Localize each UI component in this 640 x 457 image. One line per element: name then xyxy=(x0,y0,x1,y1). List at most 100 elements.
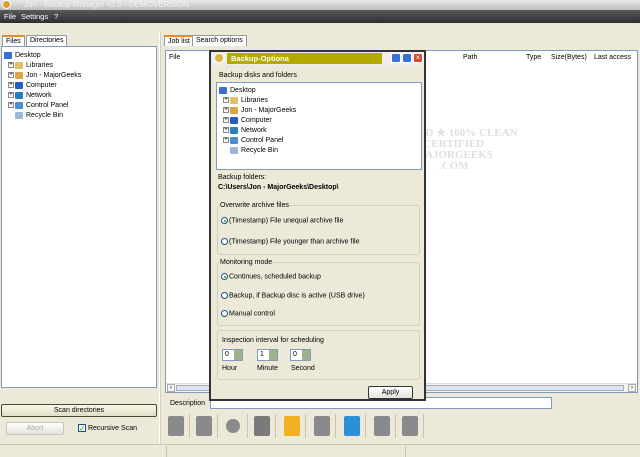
menu-bar: File Settings ? xyxy=(0,10,640,23)
minute-label: Minute xyxy=(257,365,279,372)
hour-spinner[interactable]: 0 xyxy=(222,349,243,361)
close-icon[interactable]: × xyxy=(413,53,423,63)
tree-item-label: Control Panel xyxy=(241,137,284,144)
tree-item[interactable]: Desktop xyxy=(4,51,154,61)
monitoring-legend: Monitoring mode xyxy=(220,259,273,266)
monitoring-option-manual[interactable]: Manual control xyxy=(221,310,275,317)
tab-directories[interactable]: Directories xyxy=(26,35,68,46)
tree-item[interactable]: Recycle Bin xyxy=(219,146,419,156)
file-tree[interactable]: Desktop + Libraries + Jon - MajorGeeks + Compu… xyxy=(1,46,157,388)
column-size[interactable]: Size(Bytes) xyxy=(551,54,587,61)
menu-settings[interactable]: Settings xyxy=(21,12,48,21)
overwrite-option-unequal[interactable]: (Timestamp) File unequal archive file xyxy=(221,217,344,224)
upload-icon[interactable]: upload-icon xyxy=(344,416,360,436)
tree-item[interactable]: Desktop xyxy=(219,86,419,96)
folder-icon[interactable]: folder-icon xyxy=(374,416,390,436)
dialog-clock-icon xyxy=(214,53,224,63)
backup-options-dialog: Backup-Optiona × Backup disks and folder… xyxy=(209,50,426,401)
monitoring-option-continuous[interactable]: Continues, scheduled backup xyxy=(221,273,321,280)
tree-item[interactable]: + Control Panel xyxy=(4,101,154,111)
toolbar-separator xyxy=(247,414,248,438)
minute-spinner[interactable]: 1 xyxy=(257,349,278,361)
desktop-icon xyxy=(4,51,12,59)
libraries-icon xyxy=(230,96,238,104)
title-bar: Jon - Backup Manager v2.0 - DEMOVERSION xyxy=(0,0,640,10)
jon-majorgeeks-icon xyxy=(230,106,238,114)
expand-icon[interactable]: + xyxy=(8,102,14,109)
recursive-scan-label: Recursive Scan xyxy=(87,424,137,432)
monitoring-option-usb[interactable]: Backup, if Backup disc is active (USB dr… xyxy=(221,292,365,299)
tree-item[interactable]: + Jon - MajorGeeks xyxy=(219,106,419,116)
expand-icon[interactable]: + xyxy=(8,72,14,79)
tree-item[interactable]: + Jon - MajorGeeks xyxy=(4,71,154,81)
column-path[interactable]: Path xyxy=(463,54,477,61)
dialog-title: Backup-Optiona xyxy=(227,53,382,64)
toolbar-separator xyxy=(217,414,218,438)
expand-icon[interactable]: + xyxy=(8,92,14,99)
tree-item[interactable]: + Libraries xyxy=(219,96,419,106)
scroll-left-icon[interactable]: ‹ xyxy=(167,384,175,392)
tree-item-label: Jon - MajorGeeks xyxy=(26,72,82,79)
backup-folder-tree[interactable]: Desktop + Libraries + Jon - MajorGeeks + Compu… xyxy=(216,82,422,170)
tree-item-label: Recycle Bin xyxy=(26,112,63,119)
stop-icon[interactable]: stop-icon xyxy=(168,416,184,436)
tree-item[interactable]: Recycle Bin xyxy=(4,111,154,121)
expand-icon[interactable]: + xyxy=(8,82,14,89)
stamp-icon[interactable]: stamp-icon xyxy=(254,416,270,436)
minimize-icon[interactable] xyxy=(391,53,401,63)
backup-section-label: Backup disks and folders xyxy=(219,72,297,79)
expand-icon[interactable]: + xyxy=(223,137,229,144)
tree-item[interactable]: + Network xyxy=(219,126,419,136)
desktop-icon xyxy=(219,86,227,94)
key-icon[interactable]: key-icon xyxy=(402,416,418,436)
libraries-icon xyxy=(15,61,23,69)
tree-item[interactable]: + Control Panel xyxy=(219,136,419,146)
menu-help[interactable]: ? xyxy=(54,12,58,21)
scroll-right-icon[interactable]: › xyxy=(628,384,636,392)
dialog-title-bar[interactable]: Backup-Optiona × xyxy=(211,52,424,65)
tree-item[interactable]: + Libraries xyxy=(4,61,154,71)
expand-icon[interactable]: + xyxy=(223,107,229,114)
apply-button[interactable]: Apply xyxy=(368,386,413,399)
toolbar-separator xyxy=(189,414,190,438)
abort-button[interactable]: Abort xyxy=(6,422,64,435)
tree-item-label: Recycle Bin xyxy=(241,147,278,154)
tab-search-options[interactable]: Search options xyxy=(192,35,247,46)
download-icon[interactable]: download-icon xyxy=(314,416,330,436)
overwrite-option-younger[interactable]: (Timestamp) File younger than archive fi… xyxy=(221,238,359,245)
menu-file[interactable]: File xyxy=(4,12,16,21)
network-icon xyxy=(15,91,23,99)
maximize-icon[interactable] xyxy=(402,53,412,63)
toolbar-separator xyxy=(275,414,276,438)
tree-item-label: Network xyxy=(241,127,267,134)
second-label: Second xyxy=(291,365,315,372)
control-panel-icon xyxy=(230,136,238,144)
column-file[interactable]: File xyxy=(169,54,180,61)
delete-icon[interactable]: delete-icon xyxy=(226,419,240,433)
tab-job-list[interactable]: Job list xyxy=(164,35,194,46)
window-title: Jon - Backup Manager v2.0 - DEMOVERSION xyxy=(24,0,189,9)
tree-item[interactable]: + Computer xyxy=(219,116,419,126)
expand-icon[interactable]: + xyxy=(223,97,229,104)
tab-files[interactable]: Files xyxy=(2,35,25,46)
scan-directories-button[interactable]: Scan directories xyxy=(1,404,157,417)
expand-icon[interactable]: + xyxy=(223,127,229,134)
splitter[interactable] xyxy=(159,32,161,444)
overwrite-legend: Overwrite archive files xyxy=(220,202,289,209)
network-icon xyxy=(230,126,238,134)
log-icon[interactable]: log-icon xyxy=(196,416,212,436)
second-spinner[interactable]: 0 xyxy=(290,349,311,361)
tree-item[interactable]: + Network xyxy=(4,91,154,101)
backup-folder-path: C:\Users\Jon - MajorGeeks\Desktop\ xyxy=(218,184,339,191)
upload-layers-icon[interactable]: upload-layers-icon xyxy=(284,416,300,436)
tree-item[interactable]: + Computer xyxy=(4,81,154,91)
expand-icon[interactable]: + xyxy=(8,62,14,69)
tree-item-label: Desktop xyxy=(230,87,256,94)
description-label: Description xyxy=(170,400,206,407)
toolbar-separator xyxy=(365,414,366,438)
recursive-scan-checkbox[interactable]: ✓ Recursive Scan xyxy=(78,424,137,433)
column-last-access[interactable]: Last access xyxy=(594,54,631,61)
column-type[interactable]: Type xyxy=(526,54,541,61)
toolbar-separator xyxy=(395,414,396,438)
expand-icon[interactable]: + xyxy=(223,117,229,124)
